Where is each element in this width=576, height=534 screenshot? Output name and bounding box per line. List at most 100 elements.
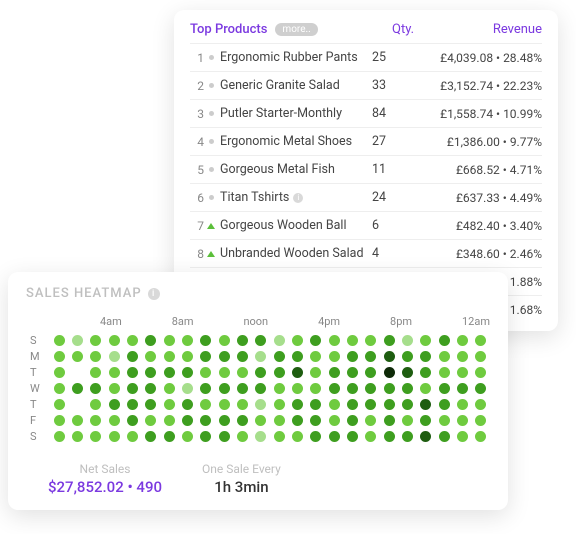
- heatmap-cell[interactable]: [347, 399, 358, 410]
- heatmap-cell[interactable]: [439, 367, 450, 378]
- heatmap-cell[interactable]: [402, 367, 413, 378]
- heatmap-cell[interactable]: [237, 367, 248, 378]
- heatmap-cell[interactable]: [365, 383, 376, 394]
- heatmap-cell[interactable]: [164, 399, 175, 410]
- heatmap-cell[interactable]: [292, 367, 303, 378]
- heatmap-cell[interactable]: [127, 351, 138, 362]
- heatmap-cell[interactable]: [274, 415, 285, 426]
- heatmap-cell[interactable]: [237, 399, 248, 410]
- heatmap-cell[interactable]: [384, 367, 395, 378]
- heatmap-cell[interactable]: [347, 367, 358, 378]
- heatmap-cell[interactable]: [439, 431, 450, 442]
- heatmap-cell[interactable]: [164, 351, 175, 362]
- heatmap-cell[interactable]: [310, 399, 321, 410]
- heatmap-cell[interactable]: [420, 383, 431, 394]
- heatmap-cell[interactable]: [329, 335, 340, 346]
- info-icon[interactable]: i: [293, 193, 303, 203]
- heatmap-cell[interactable]: [182, 415, 193, 426]
- heatmap-cell[interactable]: [54, 351, 65, 362]
- heatmap-cell[interactable]: [72, 335, 83, 346]
- heatmap-cell[interactable]: [292, 431, 303, 442]
- heatmap-cell[interactable]: [182, 399, 193, 410]
- heatmap-cell[interactable]: [90, 399, 101, 410]
- heatmap-cell[interactable]: [127, 383, 138, 394]
- heatmap-cell[interactable]: [145, 431, 156, 442]
- heatmap-cell[interactable]: [219, 415, 230, 426]
- heatmap-cell[interactable]: [292, 383, 303, 394]
- heatmap-cell[interactable]: [145, 367, 156, 378]
- heatmap-cell[interactable]: [420, 351, 431, 362]
- heatmap-cell[interactable]: [219, 431, 230, 442]
- heatmap-cell[interactable]: [402, 415, 413, 426]
- heatmap-cell[interactable]: [384, 431, 395, 442]
- heatmap-cell[interactable]: [109, 399, 120, 410]
- heatmap-cell[interactable]: [365, 351, 376, 362]
- heatmap-cell[interactable]: [182, 351, 193, 362]
- heatmap-cell[interactable]: [292, 351, 303, 362]
- heatmap-cell[interactable]: [310, 351, 321, 362]
- heatmap-cell[interactable]: [109, 431, 120, 442]
- heatmap-cell[interactable]: [182, 431, 193, 442]
- heatmap-cell[interactable]: [274, 335, 285, 346]
- heatmap-cell[interactable]: [54, 335, 65, 346]
- heatmap-cell[interactable]: [255, 335, 266, 346]
- heatmap-cell[interactable]: [365, 335, 376, 346]
- heatmap-cell[interactable]: [329, 367, 340, 378]
- heatmap-cell[interactable]: [439, 399, 450, 410]
- table-row[interactable]: 7Gorgeous Wooden Ball6£482.40 • 3.40%: [190, 211, 542, 239]
- heatmap-cell[interactable]: [347, 351, 358, 362]
- heatmap-cell[interactable]: [164, 367, 175, 378]
- heatmap-cell[interactable]: [164, 431, 175, 442]
- heatmap-cell[interactable]: [200, 415, 211, 426]
- heatmap-cell[interactable]: [439, 351, 450, 362]
- heatmap-cell[interactable]: [145, 351, 156, 362]
- heatmap-cell[interactable]: [72, 399, 83, 410]
- heatmap-cell[interactable]: [310, 367, 321, 378]
- heatmap-cell[interactable]: [402, 383, 413, 394]
- heatmap-cell[interactable]: [475, 335, 486, 346]
- heatmap-cell[interactable]: [310, 335, 321, 346]
- heatmap-cell[interactable]: [127, 431, 138, 442]
- heatmap-cell[interactable]: [90, 383, 101, 394]
- heatmap-cell[interactable]: [219, 335, 230, 346]
- heatmap-cell[interactable]: [255, 415, 266, 426]
- heatmap-cell[interactable]: [420, 367, 431, 378]
- heatmap-cell[interactable]: [274, 399, 285, 410]
- heatmap-cell[interactable]: [237, 383, 248, 394]
- heatmap-cell[interactable]: [90, 351, 101, 362]
- heatmap-cell[interactable]: [347, 383, 358, 394]
- heatmap-cell[interactable]: [109, 367, 120, 378]
- heatmap-cell[interactable]: [72, 431, 83, 442]
- heatmap-cell[interactable]: [90, 367, 101, 378]
- heatmap-cell[interactable]: [72, 383, 83, 394]
- heatmap-cell[interactable]: [365, 367, 376, 378]
- heatmap-cell[interactable]: [475, 351, 486, 362]
- heatmap-cell[interactable]: [365, 399, 376, 410]
- heatmap-cell[interactable]: [292, 415, 303, 426]
- heatmap-cell[interactable]: [274, 351, 285, 362]
- heatmap-cell[interactable]: [420, 431, 431, 442]
- heatmap-cell[interactable]: [420, 415, 431, 426]
- heatmap-cell[interactable]: [329, 431, 340, 442]
- heatmap-cell[interactable]: [127, 399, 138, 410]
- heatmap-cell[interactable]: [127, 415, 138, 426]
- heatmap-cell[interactable]: [72, 415, 83, 426]
- heatmap-cell[interactable]: [329, 399, 340, 410]
- heatmap-cell[interactable]: [164, 383, 175, 394]
- heatmap-cell[interactable]: [420, 335, 431, 346]
- heatmap-cell[interactable]: [475, 431, 486, 442]
- heatmap-cell[interactable]: [365, 431, 376, 442]
- heatmap-cell[interactable]: [310, 415, 321, 426]
- heatmap-cell[interactable]: [145, 383, 156, 394]
- heatmap-cell[interactable]: [365, 415, 376, 426]
- heatmap-cell[interactable]: [292, 335, 303, 346]
- heatmap-cell[interactable]: [200, 399, 211, 410]
- heatmap-cell[interactable]: [54, 383, 65, 394]
- heatmap-cell[interactable]: [255, 383, 266, 394]
- heatmap-cell[interactable]: [219, 399, 230, 410]
- heatmap-cell[interactable]: [347, 335, 358, 346]
- heatmap-cell[interactable]: [109, 351, 120, 362]
- more-button[interactable]: more..: [275, 23, 317, 36]
- heatmap-cell[interactable]: [420, 399, 431, 410]
- heatmap-cell[interactable]: [182, 335, 193, 346]
